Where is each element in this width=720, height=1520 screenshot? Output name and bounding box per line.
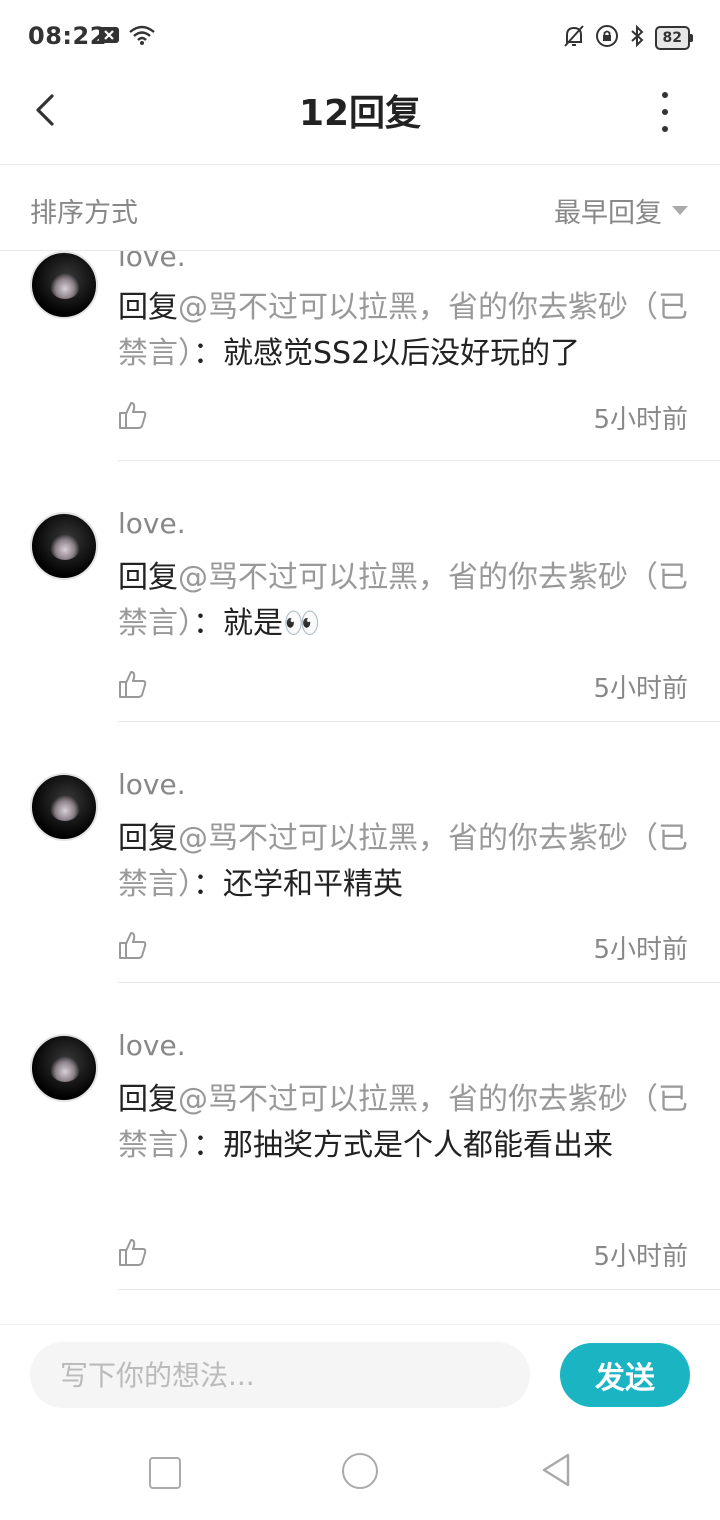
username[interactable]: love. xyxy=(118,251,186,273)
username[interactable]: love. xyxy=(118,507,186,540)
caret-down-icon xyxy=(672,206,688,215)
thumbs-up-icon xyxy=(119,671,147,698)
sort-dropdown[interactable]: 最早回复 xyxy=(554,191,688,230)
avatar[interactable] xyxy=(30,251,98,319)
status-icons-right: 82 xyxy=(563,24,694,52)
avatar[interactable] xyxy=(30,512,98,580)
avatar[interactable] xyxy=(30,1034,98,1102)
reply-content: 回复@骂不过可以拉黑，省的你去紫砂（已禁言）：就是👀 xyxy=(118,555,688,647)
reply-colon: ： xyxy=(193,1128,223,1163)
mute-bell-icon xyxy=(563,24,585,52)
status-icons-left xyxy=(98,24,156,50)
notification-x-icon xyxy=(98,25,120,49)
more-dot-icon xyxy=(662,109,668,115)
home-icon[interactable] xyxy=(342,1453,378,1489)
reply-input-bar: 发送 xyxy=(0,1324,720,1425)
more-dot-icon xyxy=(662,126,668,132)
sort-bar: 排序方式 最早回复 xyxy=(0,165,720,251)
reply-content: 回复@骂不过可以拉黑，省的你去紫砂（已禁言）：就感觉SS2以后没好玩的了 xyxy=(118,285,688,377)
reply-content: 回复@骂不过可以拉黑，省的你去紫砂（已禁言）：那抽奖方式是个人都能看出来 xyxy=(118,1077,688,1169)
reply-item: love. 回复@骂不过可以拉黑，省的你去紫砂（已禁言）：就感觉SS2以后没好玩… xyxy=(0,251,720,461)
username[interactable]: love. xyxy=(118,1029,186,1062)
reply-text: 那抽奖方式是个人都能看出来 xyxy=(223,1128,613,1163)
reply-prefix: 回复 xyxy=(118,821,178,856)
reply-colon: ： xyxy=(193,606,223,641)
reply-text: 就感觉SS2以后没好玩的了 xyxy=(223,336,581,371)
reply-text: 就是👀 xyxy=(223,606,321,641)
bluetooth-icon xyxy=(629,24,645,52)
system-nav-bar xyxy=(0,1424,720,1520)
battery-indicator: 82 xyxy=(654,26,694,50)
rotation-lock-icon xyxy=(595,24,619,52)
reply-prefix: 回复 xyxy=(118,1082,178,1117)
reply-list: love. 回复@骂不过可以拉黑，省的你去紫砂（已禁言）：就感觉SS2以后没好玩… xyxy=(0,251,720,1323)
avatar[interactable] xyxy=(30,773,98,841)
like-button[interactable] xyxy=(118,930,148,960)
sort-label: 排序方式 xyxy=(30,198,138,229)
reply-time: 5小时前 xyxy=(593,1242,688,1272)
like-button[interactable] xyxy=(118,400,148,430)
reply-prefix: 回复 xyxy=(118,560,178,595)
reply-item: love. 回复@骂不过可以拉黑，省的你去紫砂（已禁言）：那抽奖方式是个人都能看… xyxy=(0,983,720,1290)
like-button[interactable] xyxy=(118,1237,148,1267)
nav-back-icon[interactable] xyxy=(540,1452,572,1488)
recent-apps-icon[interactable] xyxy=(149,1457,181,1489)
thumbs-up-icon xyxy=(119,932,147,959)
divider xyxy=(118,1289,720,1290)
reply-prefix: 回复 xyxy=(118,290,178,325)
username[interactable]: love. xyxy=(118,768,186,801)
reply-time: 5小时前 xyxy=(593,935,688,965)
top-app-bar: 12回复 xyxy=(0,62,720,165)
reply-time: 5小时前 xyxy=(593,674,688,704)
reply-time: 5小时前 xyxy=(593,405,688,435)
reply-colon: ： xyxy=(193,867,223,902)
reply-content: 回复@骂不过可以拉黑，省的你去紫砂（已禁言）：还学和平精英 xyxy=(118,816,688,908)
sort-value: 最早回复 xyxy=(554,198,662,229)
wifi-icon xyxy=(128,24,156,50)
more-dot-icon xyxy=(662,92,668,98)
reply-input[interactable] xyxy=(30,1342,530,1408)
more-options-button[interactable] xyxy=(650,92,680,132)
reply-item: love. 回复@骂不过可以拉黑，省的你去紫砂（已禁言）：还学和平精英 5小时前 xyxy=(0,722,720,983)
like-button[interactable] xyxy=(118,669,148,699)
thumbs-up-icon xyxy=(119,1239,147,1266)
send-button[interactable]: 发送 xyxy=(560,1343,690,1407)
page-title: 12回复 xyxy=(298,93,422,134)
reply-item: love. 回复@骂不过可以拉黑，省的你去紫砂（已禁言）：就是👀 5小时前 xyxy=(0,461,720,722)
reply-colon: ： xyxy=(193,336,223,371)
status-time: 08:22 xyxy=(28,22,107,50)
reply-text: 还学和平精英 xyxy=(223,867,403,902)
thumbs-up-icon xyxy=(119,402,147,429)
